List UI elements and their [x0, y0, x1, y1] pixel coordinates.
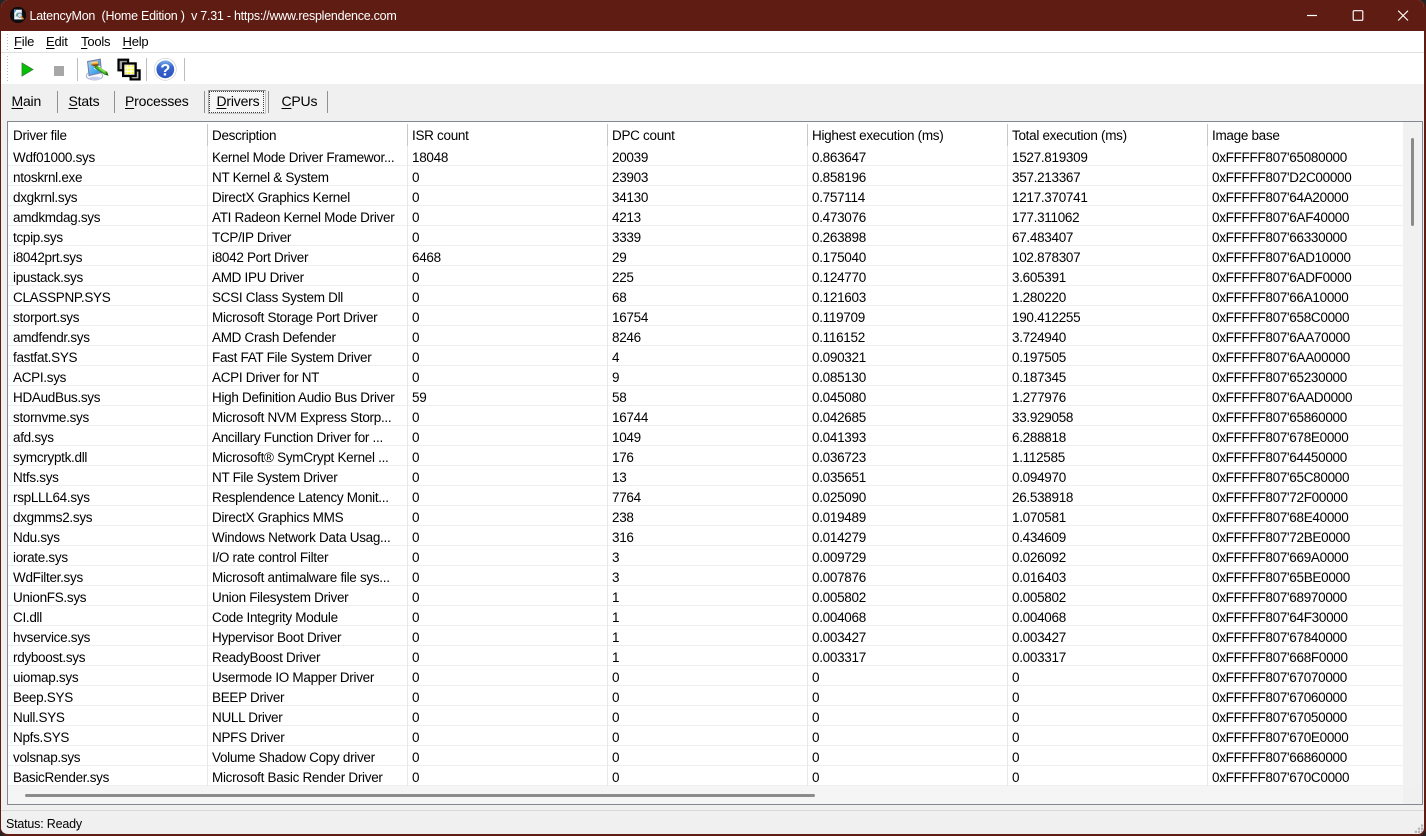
svg-text:?: ? [160, 61, 170, 79]
